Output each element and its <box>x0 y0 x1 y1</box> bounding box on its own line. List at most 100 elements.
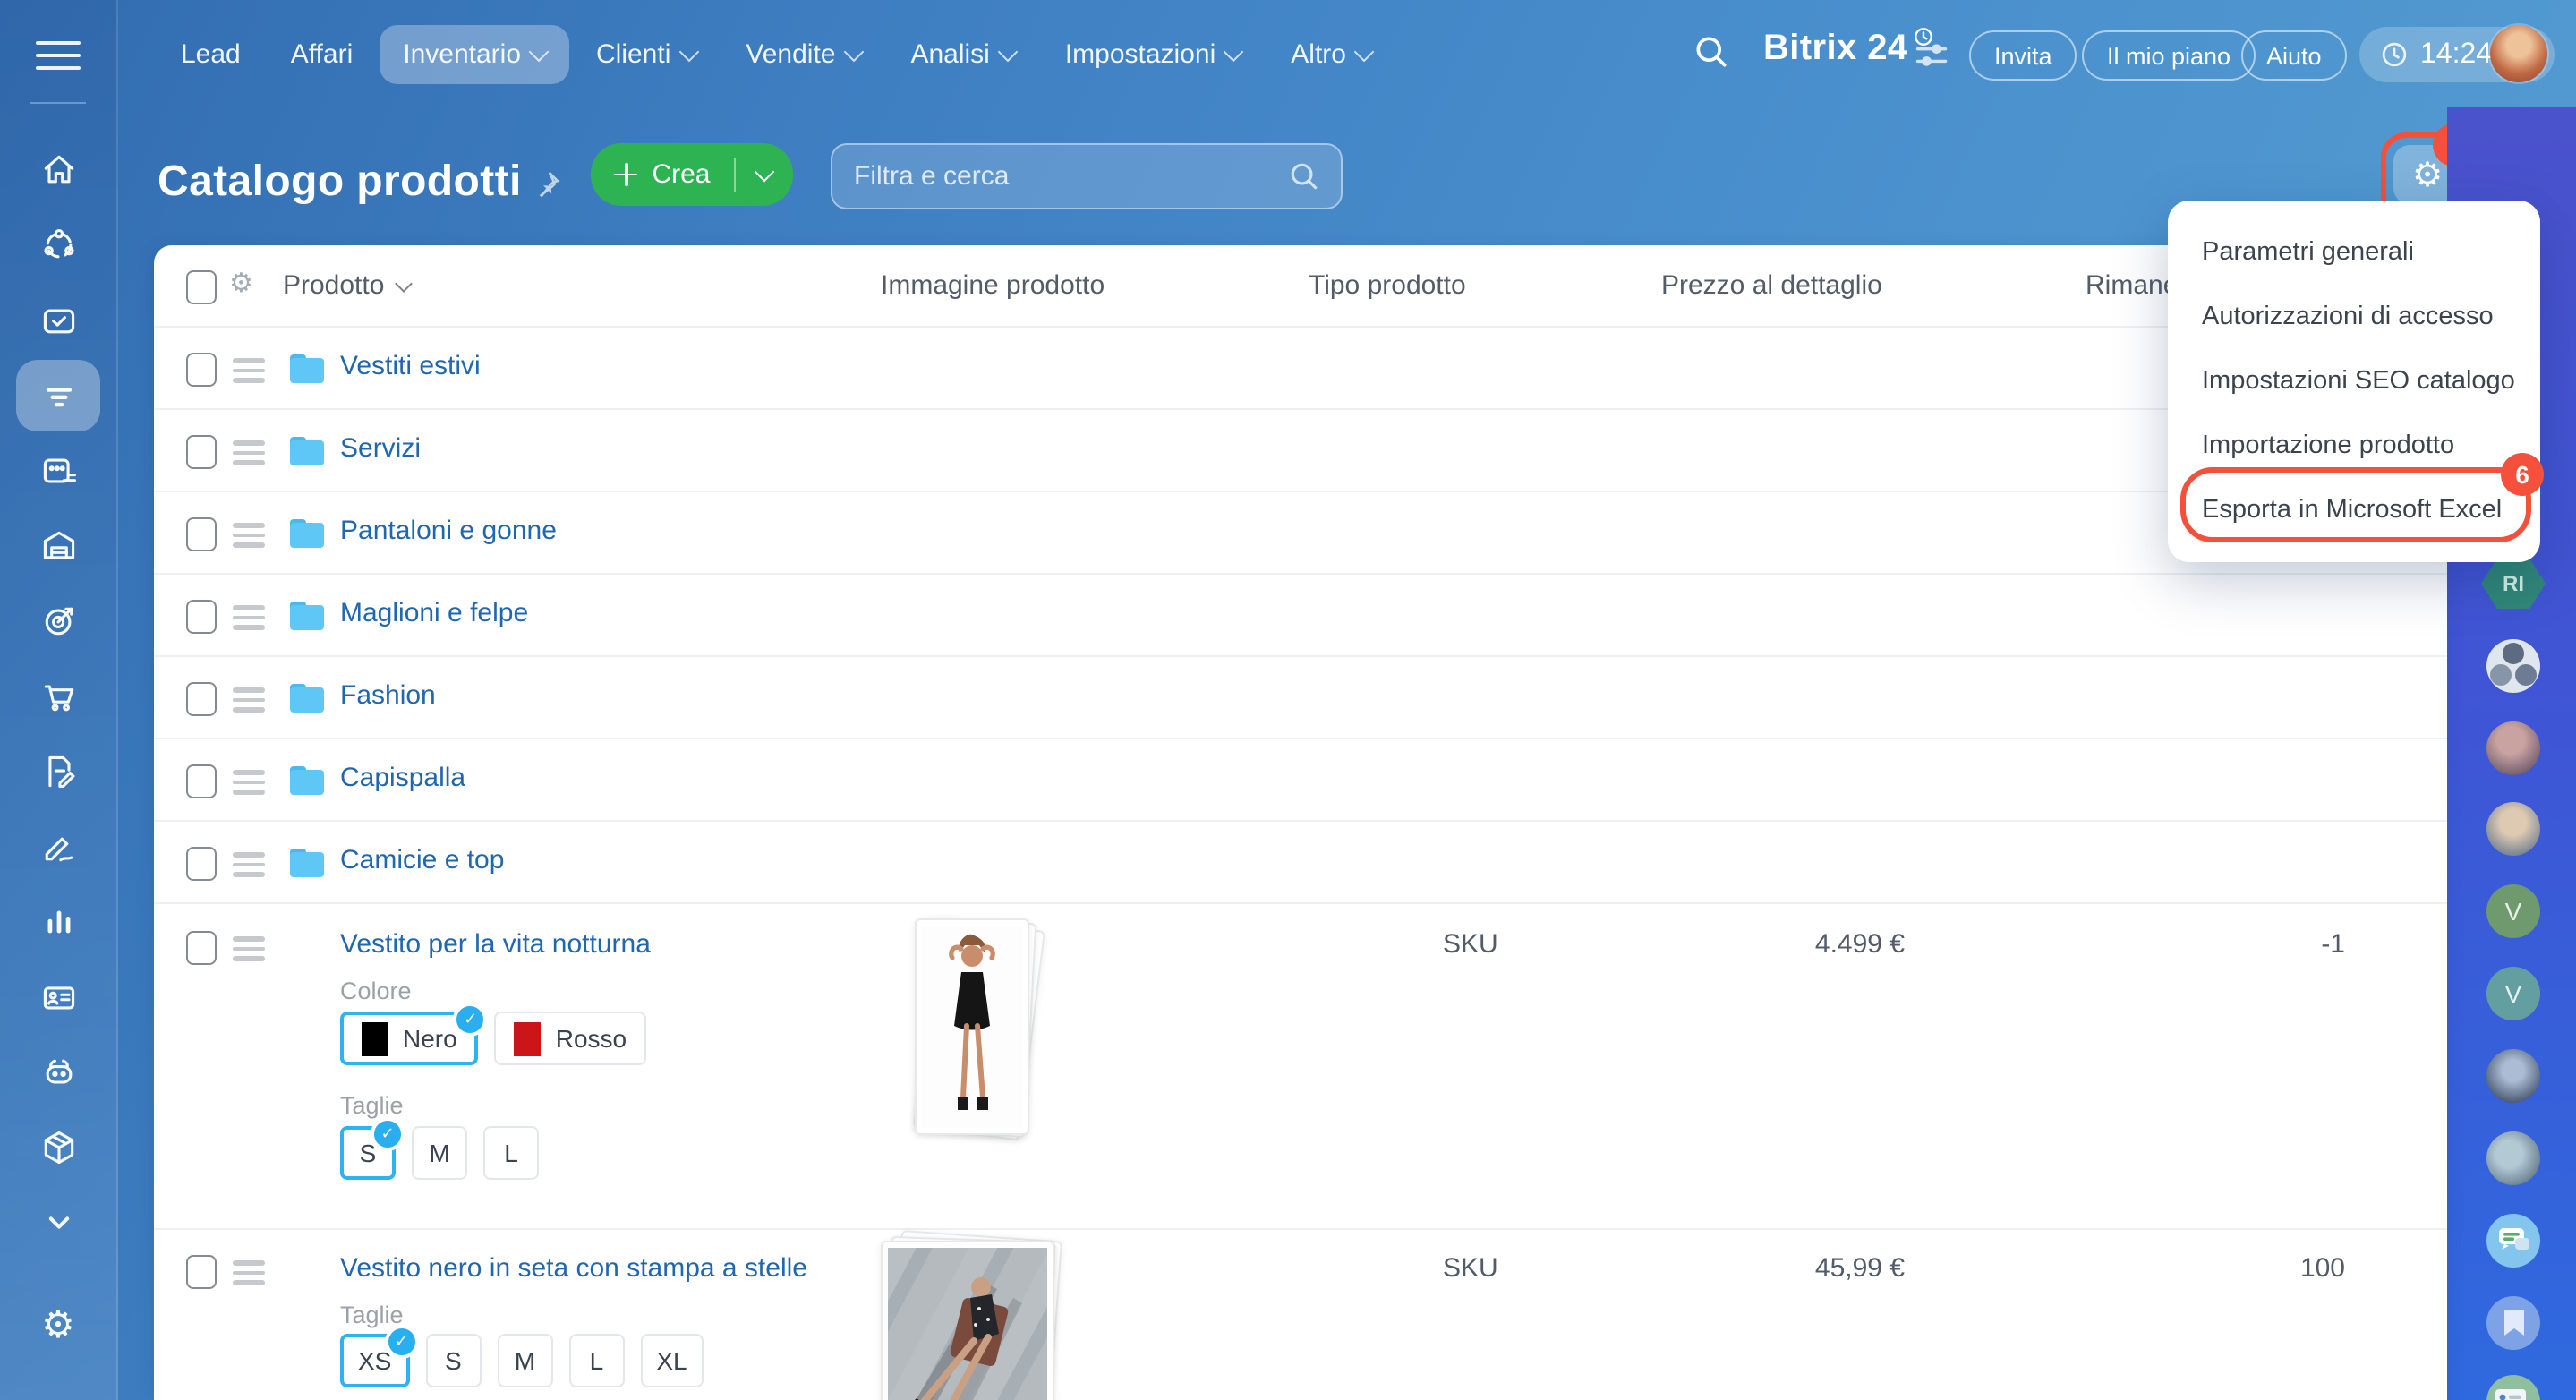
saved-messages-avatar[interactable] <box>2486 1296 2540 1350</box>
nav-lead[interactable]: Lead <box>158 24 264 83</box>
column-header-type[interactable]: Tipo prodotto <box>1309 270 1466 301</box>
invite-button[interactable]: Invita <box>1969 30 2077 81</box>
column-header-image[interactable]: Immagine prodotto <box>881 270 1105 301</box>
product-image[interactable] <box>881 1241 1051 1400</box>
help-button[interactable]: Aiuto <box>2241 30 2347 81</box>
sidebar-item-inventory[interactable] <box>0 1110 116 1185</box>
nav-impostazioni[interactable]: Impostazioni <box>1042 24 1264 83</box>
menu-settings-sliders-icon[interactable] <box>1912 36 1951 75</box>
row-checkbox[interactable] <box>186 517 217 551</box>
row-checkbox[interactable] <box>186 353 217 387</box>
row-checkbox[interactable] <box>186 847 217 881</box>
row-checkbox[interactable] <box>186 931 217 965</box>
nav-inventario[interactable]: Inventario <box>380 24 569 83</box>
chat-channel-avatar[interactable] <box>2486 1214 2540 1268</box>
folder-link[interactable]: Maglioni e felpe <box>340 598 528 628</box>
drag-handle-icon[interactable] <box>233 852 265 882</box>
nav-clienti[interactable]: Clienti <box>573 24 719 83</box>
nav-vendite[interactable]: Vendite <box>722 24 883 83</box>
drag-handle-icon[interactable] <box>233 358 265 388</box>
drag-handle-icon[interactable] <box>233 440 265 470</box>
table-row-folder: Maglioni e felpe <box>154 575 2447 657</box>
product-image[interactable] <box>915 918 1026 1133</box>
sidebar-item-home[interactable] <box>0 132 116 208</box>
sidebar-item-bot[interactable] <box>0 1035 116 1110</box>
column-header-stock[interactable]: Rimane <box>2086 270 2178 301</box>
product-link[interactable]: Vestito per la vita notturna <box>340 929 651 960</box>
sidebar-item-planner[interactable] <box>0 433 116 508</box>
nav-analisi[interactable]: Analisi <box>887 24 1037 83</box>
row-checkbox[interactable] <box>186 682 217 716</box>
column-header-product[interactable]: Prodotto <box>283 270 409 301</box>
drag-handle-icon[interactable] <box>233 687 265 717</box>
letter-avatar-v[interactable]: V <box>2486 884 2540 938</box>
drag-handle-icon[interactable] <box>233 523 265 552</box>
nav-altro[interactable]: Altro <box>1267 24 1395 83</box>
drag-handle-icon[interactable] <box>233 1260 265 1290</box>
sidebar-item-analytics[interactable] <box>0 884 116 960</box>
sidebar-item-warehouse[interactable] <box>0 508 116 584</box>
drag-handle-icon[interactable] <box>233 605 265 635</box>
user-chat-avatar[interactable] <box>2486 1131 2540 1185</box>
drag-handle-icon[interactable] <box>233 936 265 966</box>
create-button[interactable]: Crea <box>591 143 793 206</box>
global-search-icon[interactable] <box>1692 32 1731 72</box>
nav-affari[interactable]: Affari <box>268 24 377 83</box>
folder-link[interactable]: Servizi <box>340 433 421 464</box>
size-chip[interactable]: M <box>412 1126 467 1180</box>
sidebar-item-tasks[interactable] <box>0 283 116 358</box>
menu-burger-icon[interactable] <box>36 41 81 72</box>
row-checkbox[interactable] <box>186 600 217 634</box>
menu-item-parametri-generali[interactable]: Parametri generali <box>2168 220 2540 285</box>
user-avatar[interactable] <box>2490 25 2547 82</box>
user-chat-avatar[interactable] <box>2486 1049 2540 1103</box>
filter-search-input[interactable] <box>832 161 1287 192</box>
folder-link[interactable]: Capispalla <box>340 763 465 793</box>
size-chip[interactable]: XL <box>640 1334 703 1387</box>
size-chip[interactable]: XS✓ <box>340 1334 409 1387</box>
row-checkbox[interactable] <box>186 764 217 798</box>
size-chip[interactable]: M <box>497 1334 552 1387</box>
sidebar-item-collaboration[interactable] <box>0 208 116 283</box>
create-dropdown-caret[interactable] <box>736 170 793 179</box>
bitrix24-logo[interactable]: Bitrix 24 <box>1763 29 1928 70</box>
user-chat-avatar[interactable] <box>2486 721 2540 775</box>
folder-link[interactable]: Pantaloni e gonne <box>340 516 557 546</box>
folder-link[interactable]: Fashion <box>340 680 436 711</box>
color-chip-nero[interactable]: Nero ✓ <box>340 1012 479 1065</box>
sidebar-item-store[interactable] <box>0 659 116 734</box>
user-chat-avatar[interactable] <box>2486 802 2540 856</box>
size-chip[interactable]: S <box>425 1334 481 1387</box>
sidebar-item-sign[interactable] <box>0 809 116 884</box>
size-chip[interactable]: S✓ <box>340 1126 396 1180</box>
folder-link[interactable]: Vestiti estivi <box>340 351 481 381</box>
menu-item-autorizzazioni[interactable]: Autorizzazioni di accesso <box>2168 285 2540 349</box>
sidebar-item-more[interactable] <box>0 1185 116 1260</box>
sidebar-item-contacts[interactable] <box>0 960 116 1035</box>
sidebar-item-documents[interactable] <box>0 734 116 809</box>
row-checkbox[interactable] <box>186 1255 217 1289</box>
task-check-icon <box>38 301 78 340</box>
row-checkbox[interactable] <box>186 435 217 469</box>
product-link[interactable]: Vestito nero in seta con stampa a stelle <box>340 1253 807 1284</box>
selected-check-icon: ✓ <box>384 1325 418 1359</box>
select-all-checkbox[interactable] <box>186 270 217 304</box>
folder-link[interactable]: Camicie e top <box>340 845 504 875</box>
menu-item-esporta-excel[interactable]: Esporta in Microsoft Excel <box>2168 478 2540 542</box>
my-plan-button[interactable]: Il mio piano <box>2082 30 2256 81</box>
sidebar-item-crm-active[interactable] <box>0 358 116 433</box>
size-chip[interactable]: L <box>483 1126 539 1180</box>
filter-search-box[interactable] <box>831 143 1343 209</box>
column-header-price[interactable]: Prezzo al dettaglio <box>1661 270 1882 301</box>
drag-handle-icon[interactable] <box>233 770 265 799</box>
pin-icon[interactable] <box>532 168 562 199</box>
sidebar-settings-gear[interactable]: ⚙ <box>0 1293 116 1357</box>
group-chat-avatar[interactable] <box>2486 639 2540 693</box>
menu-item-importazione[interactable]: Importazione prodotto <box>2168 414 2540 478</box>
size-chip[interactable]: L <box>568 1334 624 1387</box>
menu-item-seo-catalogo[interactable]: Impostazioni SEO catalogo <box>2168 349 2540 414</box>
color-chip-rosso[interactable]: Rosso <box>495 1012 646 1065</box>
letter-avatar-v[interactable]: V <box>2486 967 2540 1020</box>
grid-settings-gear-icon[interactable]: ⚙ <box>229 270 253 297</box>
sidebar-item-marketing[interactable] <box>0 584 116 659</box>
